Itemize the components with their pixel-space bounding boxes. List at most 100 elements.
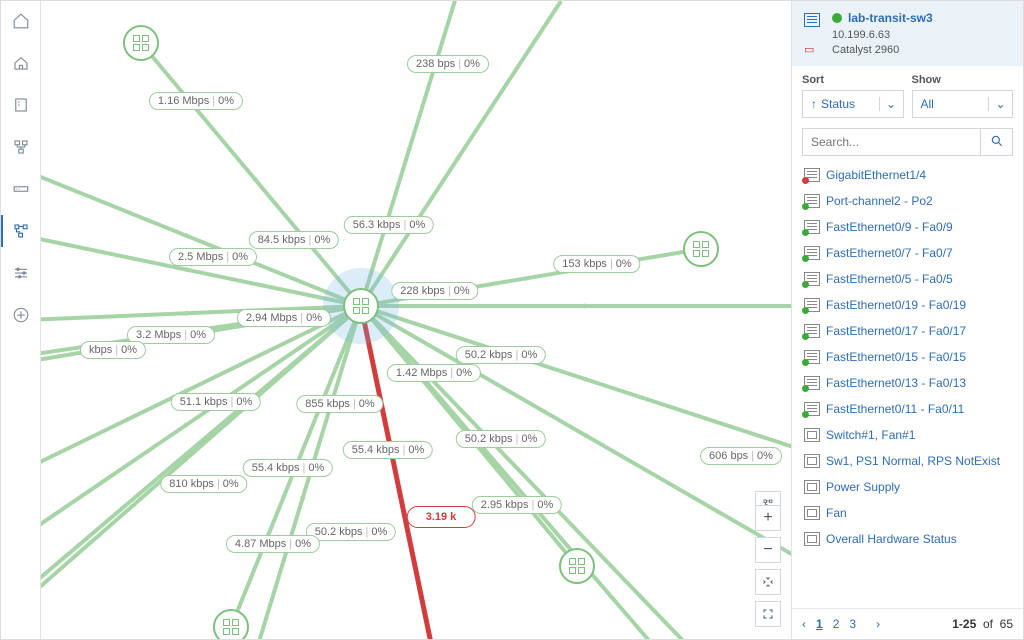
- rail-home-icon[interactable]: [9, 9, 33, 33]
- link-badge[interactable]: 2.95 kbps|0%: [472, 496, 562, 514]
- show-select[interactable]: All ⌄: [912, 90, 1014, 118]
- link-badge[interactable]: kbps|0%: [80, 341, 146, 359]
- topology-canvas[interactable]: 1.16 Mbps|0% 238 bps|0% 56.3 kbps|0% 84.5 k…: [41, 1, 791, 639]
- interface-row[interactable]: FastEthernet0/7 - Fa0/7: [802, 240, 1021, 266]
- interface-label: FastEthernet0/9 - Fa0/9: [826, 220, 953, 234]
- link-badge[interactable]: 153 kbps|0%: [553, 255, 640, 273]
- chevron-down-icon[interactable]: ⌄: [988, 97, 1012, 111]
- zoom-in-button[interactable]: +: [755, 505, 781, 531]
- search-button[interactable]: [981, 128, 1013, 156]
- port-icon: [804, 194, 820, 208]
- interface-row[interactable]: Overall Hardware Status: [802, 526, 1021, 552]
- fit-button[interactable]: [755, 569, 781, 595]
- chevron-down-icon[interactable]: ⌄: [879, 97, 903, 111]
- page-number[interactable]: 3: [849, 617, 856, 631]
- interface-label: Port-channel2 - Po2: [826, 194, 933, 208]
- page-next[interactable]: ›: [876, 617, 880, 631]
- port-icon: [804, 168, 820, 182]
- link-error-badge[interactable]: 3.19 k: [407, 506, 476, 528]
- topology-node[interactable]: [683, 231, 719, 267]
- port-icon: [804, 324, 820, 338]
- device-header: lab-transit-sw3 10.199.6.63 ▭Catalyst 29…: [792, 1, 1023, 66]
- interface-row[interactable]: FastEthernet0/19 - Fa0/19: [802, 292, 1021, 318]
- interface-row[interactable]: FastEthernet0/15 - Fa0/15: [802, 344, 1021, 370]
- interface-row[interactable]: Port-channel2 - Po2: [802, 188, 1021, 214]
- interface-row[interactable]: FastEthernet0/17 - Fa0/17: [802, 318, 1021, 344]
- link-badge[interactable]: 810 kbps|0%: [160, 475, 247, 493]
- link-badge[interactable]: 238 bps|0%: [407, 55, 489, 73]
- pager: ‹ 123 › 1-25 of 65: [792, 608, 1023, 639]
- interface-row[interactable]: Switch#1, Fan#1: [802, 422, 1021, 448]
- link-badge[interactable]: 84.5 kbps|0%: [249, 231, 339, 249]
- page-prev[interactable]: ‹: [802, 617, 806, 631]
- interface-label: FastEthernet0/7 - Fa0/7: [826, 246, 953, 260]
- link-badge[interactable]: 50.2 kbps|0%: [456, 346, 546, 364]
- rail-tune-icon[interactable]: [9, 261, 33, 285]
- rail-server-icon[interactable]: [9, 93, 33, 117]
- link-badge[interactable]: 56.3 kbps|0%: [344, 216, 434, 234]
- link-badge[interactable]: 50.2 kbps|0%: [306, 523, 396, 541]
- port-icon: [804, 220, 820, 234]
- port-icon: [804, 402, 820, 416]
- link-badge[interactable]: 1.16 Mbps|0%: [149, 92, 243, 110]
- topology-node[interactable]: [213, 609, 249, 639]
- rail-house-icon[interactable]: [9, 51, 33, 75]
- hardware-icon: [804, 480, 820, 494]
- link-badge[interactable]: 606 bps|0%: [700, 447, 782, 465]
- hardware-icon: [804, 506, 820, 520]
- page-number[interactable]: 2: [833, 617, 840, 631]
- interface-label: FastEthernet0/5 - Fa0/5: [826, 272, 953, 286]
- link-badge[interactable]: 1.42 Mbps|0%: [387, 364, 481, 382]
- link-badge[interactable]: 855 kbps|0%: [296, 395, 383, 413]
- topology-node[interactable]: [343, 288, 379, 324]
- topology-node[interactable]: [559, 548, 595, 584]
- port-icon: [804, 246, 820, 260]
- interface-row[interactable]: Sw1, PS1 Normal, RPS NotExist: [802, 448, 1021, 474]
- interface-row[interactable]: FastEthernet0/13 - Fa0/13: [802, 370, 1021, 396]
- fullscreen-button[interactable]: [755, 601, 781, 627]
- interface-label: FastEthernet0/13 - Fa0/13: [826, 376, 966, 390]
- page-number[interactable]: 1: [816, 617, 823, 631]
- link-badge[interactable]: 51.1 kbps|0%: [171, 393, 261, 411]
- port-icon: [804, 350, 820, 364]
- interface-label: Switch#1, Fan#1: [826, 428, 915, 442]
- interface-row[interactable]: FastEthernet0/11 - Fa0/11: [802, 396, 1021, 422]
- link-badge[interactable]: 50.2 kbps|0%: [456, 430, 546, 448]
- interface-label: Sw1, PS1 Normal, RPS NotExist: [826, 454, 1000, 468]
- show-label: Show: [912, 74, 1014, 86]
- interface-label: FastEthernet0/15 - Fa0/15: [826, 350, 966, 364]
- port-icon: [804, 272, 820, 286]
- device-name[interactable]: lab-transit-sw3: [848, 11, 933, 25]
- hardware-icon: [804, 532, 820, 546]
- interface-list: GigabitEthernet1/4 Port-channel2 - Po2 Fas…: [792, 162, 1023, 608]
- topology-node[interactable]: [123, 25, 159, 61]
- rail-add-icon[interactable]: [9, 303, 33, 327]
- interface-row[interactable]: FastEthernet0/5 - Fa0/5: [802, 266, 1021, 292]
- interface-row[interactable]: FastEthernet0/9 - Fa0/9: [802, 214, 1021, 240]
- link-badge[interactable]: 2.5 Mbps|0%: [169, 248, 257, 266]
- link-badge[interactable]: 2.94 Mbps|0%: [237, 309, 331, 327]
- rail-topology-icon[interactable]: [9, 219, 33, 243]
- hardware-icon: [804, 454, 820, 468]
- interface-row[interactable]: GigabitEthernet1/4: [802, 162, 1021, 188]
- search-input[interactable]: [802, 128, 981, 156]
- rail-rack-icon[interactable]: [9, 177, 33, 201]
- rail-network-icon[interactable]: [9, 135, 33, 159]
- interface-label: GigabitEthernet1/4: [826, 168, 926, 182]
- link-badge[interactable]: 55.4 kbps|0%: [243, 459, 333, 477]
- link-badge[interactable]: 4.87 Mbps|0%: [226, 535, 320, 553]
- sort-select[interactable]: ↑Status ⌄: [802, 90, 904, 118]
- port-icon: [804, 376, 820, 390]
- zoom-out-button[interactable]: −: [755, 537, 781, 563]
- interface-label: FastEthernet0/19 - Fa0/19: [826, 298, 966, 312]
- device-model: Catalyst 2960: [832, 44, 899, 56]
- sort-label: Sort: [802, 74, 904, 86]
- interface-row[interactable]: Fan: [802, 500, 1021, 526]
- interface-label: FastEthernet0/17 - Fa0/17: [826, 324, 966, 338]
- interface-row[interactable]: Power Supply: [802, 474, 1021, 500]
- details-panel: lab-transit-sw3 10.199.6.63 ▭Catalyst 29…: [791, 1, 1023, 639]
- interface-label: Power Supply: [826, 480, 900, 494]
- link-badge[interactable]: 55.4 kbps|0%: [343, 441, 433, 459]
- link-badge[interactable]: 228 kbps|0%: [391, 282, 478, 300]
- interface-label: Fan: [826, 506, 847, 520]
